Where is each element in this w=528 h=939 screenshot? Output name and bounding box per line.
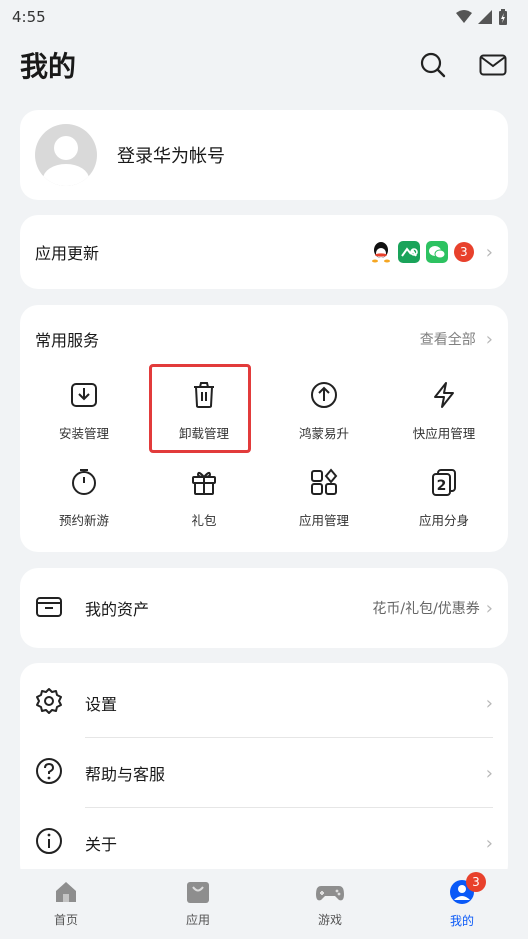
help-label: 帮助与客服 <box>85 765 166 784</box>
services-header: 常用服务 查看全部 › <box>35 327 493 351</box>
battery-icon <box>499 9 507 25</box>
login-card[interactable]: 登录华为帐号 <box>20 110 508 200</box>
chevron-right-icon: › <box>485 328 493 350</box>
assets-right: 花币/礼包/优惠券 › <box>372 598 493 619</box>
chevron-right-icon: › <box>485 762 493 784</box>
info-icon <box>35 827 63 859</box>
services-card: 常用服务 查看全部 › 安装管理 卸载管理 鸿蒙易升 快应用管理 预约新游 礼包… <box>20 305 508 552</box>
chevron-right-icon: › <box>485 692 493 714</box>
service-label: 鸿蒙易升 <box>298 426 349 441</box>
nav-mine[interactable]: 我的 3 <box>396 869 528 939</box>
chevron-right-icon: › <box>485 832 493 854</box>
status-time: 4:55 <box>12 8 46 26</box>
nav-games[interactable]: 游戏 <box>264 869 396 939</box>
service-gift-pack[interactable]: 礼包 <box>149 466 259 529</box>
settings-left: 设置 <box>35 687 117 719</box>
settings-card: 设置 › 帮助与客服 › 关于 › <box>20 663 508 883</box>
service-harmony-upgrade[interactable]: 鸿蒙易升 <box>269 379 379 442</box>
chevron-right-icon: › <box>485 597 493 619</box>
wallet-icon <box>35 594 63 622</box>
gear-icon <box>35 687 63 719</box>
app-update-right: 3 › <box>370 241 493 263</box>
about-left: 关于 <box>35 827 117 859</box>
about-item[interactable]: 关于 › <box>35 808 493 878</box>
nav-home[interactable]: 首页 <box>0 869 132 939</box>
app-update-card[interactable]: 应用更新 3 › <box>20 215 508 289</box>
login-link[interactable]: 登录华为帐号 <box>117 142 225 168</box>
stopwatch-icon <box>68 466 100 498</box>
install-icon <box>68 379 100 411</box>
view-all-label: 查看全部 <box>419 332 476 348</box>
service-label: 卸载管理 <box>178 426 229 441</box>
avatar-body-shape <box>43 164 89 186</box>
nav-label: 游戏 <box>317 913 342 927</box>
apps-grid-icon <box>308 466 340 498</box>
service-label: 礼包 <box>191 513 217 528</box>
service-app-manager[interactable]: 应用管理 <box>269 466 379 529</box>
gamepad-icon <box>315 880 345 908</box>
settings-label: 设置 <box>85 695 118 714</box>
view-all-link[interactable]: 查看全部 › <box>420 329 493 350</box>
assets-card[interactable]: 我的资产 花币/礼包/优惠券 › <box>20 568 508 648</box>
about-label: 关于 <box>85 835 118 854</box>
avatar[interactable] <box>35 124 97 186</box>
update-count-badge: 3 <box>453 242 474 262</box>
avatar-head-shape <box>54 136 78 160</box>
assets-left: 我的资产 <box>35 594 149 622</box>
page-title: 我的 <box>20 50 77 83</box>
header-actions <box>418 50 508 80</box>
trash-icon <box>188 379 220 411</box>
help-icon <box>35 757 63 789</box>
home-icon <box>53 880 79 908</box>
quick-app-icon <box>428 379 460 411</box>
assets-detail: 花币/礼包/优惠券 <box>372 601 480 617</box>
app-twin-icon: 2 <box>428 466 460 498</box>
wechat-app-icon <box>425 241 448 263</box>
upgrade-icon <box>308 379 340 411</box>
svg-text:2: 2 <box>437 478 447 494</box>
nav-label: 我的 <box>449 914 474 928</box>
nav-apps[interactable]: 应用 <box>132 869 264 939</box>
nav-label: 应用 <box>185 913 210 927</box>
qq-app-icon <box>370 241 392 263</box>
bottom-nav: 首页 应用 游戏 我的 3 <box>0 869 528 939</box>
signal-icon <box>478 10 492 24</box>
help-service-item[interactable]: 帮助与客服 › <box>35 738 493 808</box>
nav-label: 首页 <box>53 913 78 927</box>
mail-icon[interactable] <box>478 50 508 80</box>
assets-label: 我的资产 <box>85 600 150 619</box>
settings-item[interactable]: 设置 › <box>35 668 493 738</box>
service-uninstall-manager[interactable]: 卸载管理 <box>149 379 259 442</box>
green-app-icon <box>397 241 420 263</box>
service-label: 应用管理 <box>298 513 349 528</box>
service-label: 预约新游 <box>58 513 109 528</box>
status-icons <box>456 9 508 25</box>
app-update-label: 应用更新 <box>35 244 100 263</box>
service-app-twin[interactable]: 2 应用分身 <box>389 466 499 529</box>
service-quick-app-manager[interactable]: 快应用管理 <box>389 379 499 442</box>
wifi-icon <box>456 10 472 23</box>
status-bar: 4:55 <box>0 0 528 34</box>
help-left: 帮助与客服 <box>35 757 165 789</box>
service-label: 安装管理 <box>58 426 109 441</box>
service-install-manager[interactable]: 安装管理 <box>29 379 139 442</box>
service-label: 快应用管理 <box>412 426 476 441</box>
service-label: 应用分身 <box>418 513 469 528</box>
search-icon[interactable] <box>418 50 448 80</box>
chevron-right-icon: › <box>485 241 493 263</box>
gift-icon <box>188 466 220 498</box>
header: 我的 <box>20 40 508 90</box>
service-preorder-games[interactable]: 预约新游 <box>29 466 139 529</box>
services-title: 常用服务 <box>35 331 100 350</box>
app-bag-icon <box>185 880 211 908</box>
profile-badge: 3 <box>466 872 486 892</box>
